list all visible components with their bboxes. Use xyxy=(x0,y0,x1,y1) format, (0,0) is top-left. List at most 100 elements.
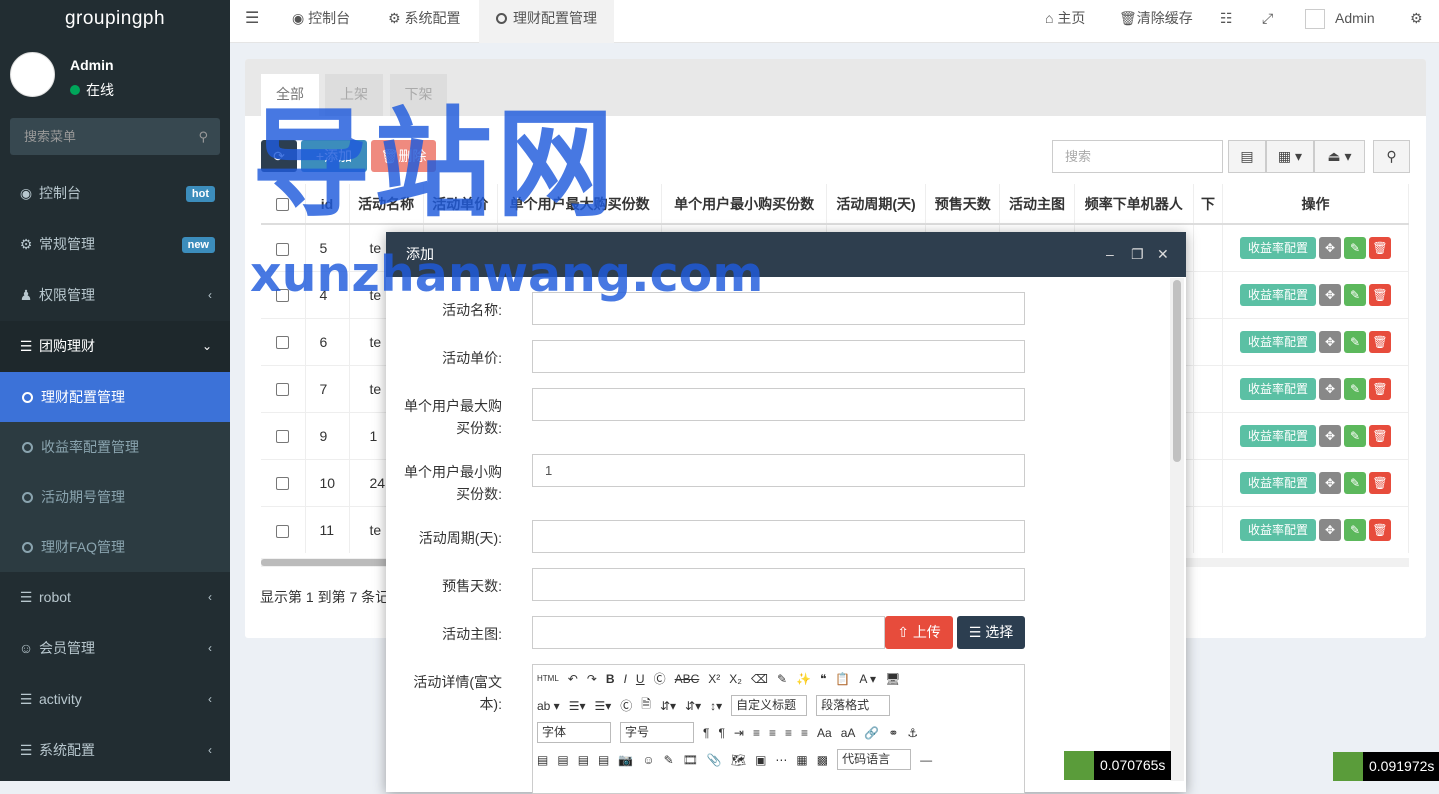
edit-pencil-icon[interactable]: ✎ xyxy=(1344,425,1366,447)
sidebar-item-general[interactable]: ⚙ 常规管理 new xyxy=(0,219,230,270)
edit-pencil-icon[interactable]: ✎ xyxy=(1344,237,1366,259)
code-language-select[interactable]: 代码语言 xyxy=(837,749,912,770)
superscript-icon[interactable]: X² xyxy=(708,672,720,686)
yield-config-button[interactable]: 收益率配置 xyxy=(1240,237,1316,259)
yield-config-button[interactable]: 收益率配置 xyxy=(1240,425,1316,447)
yield-config-button[interactable]: 收益率配置 xyxy=(1240,519,1316,541)
emotion-icon[interactable]: ☺ xyxy=(642,753,654,767)
sidebar-item-system[interactable]: ☰ 系统配置 ‹ xyxy=(0,725,230,776)
dialog-scrollbar[interactable] xyxy=(1170,278,1184,781)
font-color-icon[interactable]: A ▾ xyxy=(859,672,876,686)
toggle-view-button[interactable]: ▤ xyxy=(1228,140,1266,173)
choose-button[interactable]: ☰ 选择 xyxy=(957,616,1025,649)
settings-icon[interactable]: ⚙ xyxy=(1410,0,1423,43)
sidebar-item-member[interactable]: ☺ 会员管理 ‹ xyxy=(0,623,230,674)
yield-config-button[interactable]: 收益率配置 xyxy=(1240,472,1316,494)
unlink-icon[interactable]: ⚭ xyxy=(888,726,898,740)
background-icon[interactable]: ▩ xyxy=(817,753,828,767)
bold-icon[interactable]: B xyxy=(606,672,615,686)
sidebar-item-permission[interactable]: ♟ 权限管理 ‹ xyxy=(0,270,230,321)
row-select[interactable] xyxy=(261,458,306,506)
delete-trash-icon[interactable]: 🗑 xyxy=(1369,425,1391,447)
page-break-icon[interactable]: ⋯ xyxy=(775,753,787,767)
col-name[interactable]: 活动名称 xyxy=(349,184,424,225)
delete-trash-icon[interactable]: 🗑 xyxy=(1369,284,1391,306)
italic-icon[interactable]: I xyxy=(624,672,627,686)
sidebar-item-faq[interactable]: 理财FAQ管理 xyxy=(0,522,230,572)
lowercase-icon[interactable]: aA xyxy=(841,726,856,740)
font-size-select[interactable]: 字号 xyxy=(620,722,694,743)
sidebar-item-finance-config[interactable]: 理财配置管理 xyxy=(0,372,230,422)
drag-move-icon[interactable]: ✥ xyxy=(1319,284,1341,306)
col-presale[interactable]: 预售天数 xyxy=(925,184,1001,225)
row-checkbox[interactable] xyxy=(276,336,290,350)
add-button[interactable]: +添加 xyxy=(301,140,367,172)
scrawl-icon[interactable]: ✎ xyxy=(664,753,674,767)
rich-text-editor[interactable]: HTML ↶ ↷ B I U Ⓒ ABC X² X₂ ⌫ ✎ ✨ ❝ 📋 A ▾ 🖥 ab ▾ ☰▾ ☰▾ Ⓒ 🗎 ⇵▾ ⇵… xyxy=(532,664,1025,794)
col-robot[interactable]: 频率下单机器人 xyxy=(1074,184,1194,225)
row-select[interactable] xyxy=(261,317,306,365)
delete-trash-icon[interactable]: 🗑 xyxy=(1369,378,1391,400)
drag-move-icon[interactable]: ✥ xyxy=(1319,519,1341,541)
tab-online[interactable]: 上架 xyxy=(325,74,383,116)
row-checkbox[interactable] xyxy=(276,289,290,303)
row-checkbox[interactable] xyxy=(276,383,290,397)
horizontal-rule-icon[interactable]: — xyxy=(920,753,932,767)
blockquote-icon[interactable]: ❝ xyxy=(820,672,826,686)
align-right-icon[interactable]: ≡ xyxy=(785,726,792,740)
drag-move-icon[interactable]: ✥ xyxy=(1319,425,1341,447)
maximize-icon[interactable]: ❐ xyxy=(1131,232,1144,277)
backcolor-icon[interactable]: ab ▾ xyxy=(537,699,560,713)
autotype-icon[interactable]: ✨ xyxy=(796,672,811,686)
ltr-icon[interactable]: ¶ xyxy=(703,726,709,740)
template-icon[interactable]: ▦ xyxy=(796,753,807,767)
yield-config-button[interactable]: 收益率配置 xyxy=(1240,284,1316,306)
home-link[interactable]: ⌂ 主页 xyxy=(1045,0,1085,43)
col-max[interactable]: 单个用户最大购买份数 xyxy=(497,184,663,225)
text-input[interactable] xyxy=(532,292,1025,325)
image-center-icon[interactable]: ▤ xyxy=(598,753,609,767)
col-period[interactable]: 活动周期(天) xyxy=(826,184,927,225)
text-input[interactable] xyxy=(532,340,1025,373)
tab-all[interactable]: 全部 xyxy=(261,74,319,116)
row-select[interactable] xyxy=(261,505,306,553)
undo-icon[interactable]: ↶ xyxy=(568,672,578,686)
fullscreen-icon[interactable]: ⤢ xyxy=(1262,0,1273,43)
insert-image-icon[interactable]: 📷 xyxy=(618,753,633,767)
sidebar-item-dashboard[interactable]: ◉ 控制台 hot xyxy=(0,168,230,219)
unordered-list-icon[interactable]: ☰▾ xyxy=(595,699,612,713)
row-checkbox[interactable] xyxy=(276,430,290,444)
format-brush-icon[interactable]: ✎ xyxy=(777,672,787,686)
col-id[interactable]: id xyxy=(305,184,350,225)
attachment-icon[interactable]: 📎 xyxy=(707,753,722,767)
yield-config-button[interactable]: 收益率配置 xyxy=(1240,331,1316,353)
text-input[interactable] xyxy=(532,520,1025,553)
indent-icon[interactable]: ⇥ xyxy=(734,726,744,740)
row-checkbox[interactable] xyxy=(276,477,290,491)
video-icon[interactable]: 🎞 xyxy=(683,753,698,767)
row-select[interactable] xyxy=(261,411,306,459)
tab-offline[interactable]: 下架 xyxy=(390,74,447,116)
subscript-icon[interactable]: X₂ xyxy=(729,672,742,686)
sidebar-item-activity[interactable]: ☰ activity ‹ xyxy=(0,674,230,725)
image-path-input[interactable] xyxy=(532,616,885,649)
sidebar-item-groupbuy[interactable]: ☰ 团购理财 ⌄ xyxy=(0,321,230,372)
drag-move-icon[interactable]: ✥ xyxy=(1319,237,1341,259)
delete-trash-icon[interactable]: 🗑 xyxy=(1369,472,1391,494)
uppercase-icon[interactable]: Aa xyxy=(817,726,832,740)
sidebar-item-robot[interactable]: ☰ robot ‹ xyxy=(0,572,230,623)
table-search-input[interactable]: 搜索 xyxy=(1052,140,1223,173)
select-all-icon[interactable]: Ⓒ xyxy=(620,697,632,714)
sidebar-item-period[interactable]: 活动期号管理 xyxy=(0,472,230,522)
row-select[interactable] xyxy=(261,270,306,318)
rtl-icon[interactable]: ¶ xyxy=(718,726,724,740)
delete-trash-icon[interactable]: 🗑 xyxy=(1369,519,1391,541)
translate-icon[interactable]: ☷ xyxy=(1220,0,1233,43)
col-price[interactable]: 活动单价 xyxy=(423,184,498,225)
ordered-list-icon[interactable]: ☰▾ xyxy=(569,699,586,713)
clear-cache-button[interactable]: 🗑清除缓存 xyxy=(1119,0,1193,43)
export-button[interactable]: ⏏ ▾ xyxy=(1314,140,1365,173)
edit-pencil-icon[interactable]: ✎ xyxy=(1344,378,1366,400)
columns-button[interactable]: ▦ ▾ xyxy=(1266,140,1314,173)
row-select[interactable] xyxy=(261,364,306,412)
